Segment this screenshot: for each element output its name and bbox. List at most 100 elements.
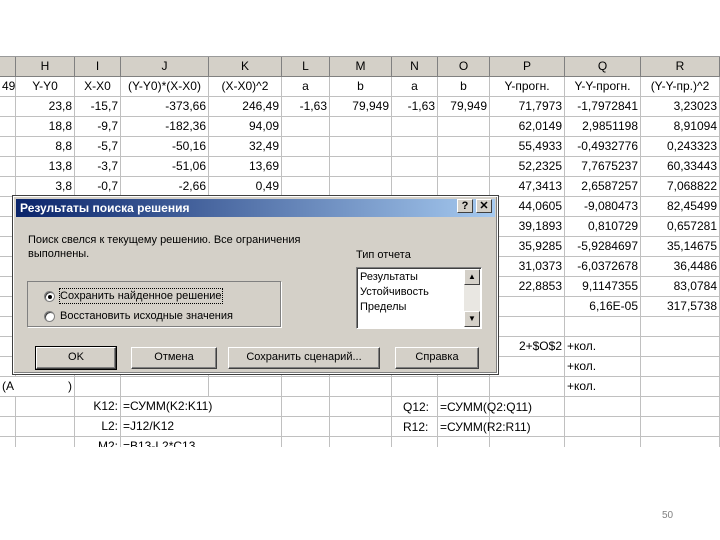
table-cell[interactable] [641,357,720,377]
table-cell[interactable]: 317,5738 [641,297,720,317]
table-cell[interactable]: -1,7972841 [565,97,641,117]
table-cell[interactable]: =J12/K12 [121,417,209,437]
table-cell[interactable]: 2+$O$2 [490,337,565,357]
restore-values-label[interactable]: Восстановить исходные значения [60,309,233,323]
table-cell[interactable]: -3,7 [75,157,121,177]
table-cell[interactable] [16,417,75,437]
table-cell[interactable]: 6,16E-05 [565,297,641,317]
table-cell[interactable] [330,437,392,447]
header-cell-h[interactable]: Y-Y0 [16,77,75,97]
table-cell[interactable]: 79,949 [330,97,392,117]
table-cell[interactable] [438,137,490,157]
table-cell[interactable] [490,317,565,337]
cancel-button[interactable]: Отмена [131,347,217,369]
table-cell[interactable] [438,177,490,197]
table-cell[interactable]: 39,1893 [490,217,565,237]
header-cell-l[interactable]: a [282,77,330,97]
table-cell[interactable]: 2,9851198 [565,117,641,137]
table-cell[interactable]: 0,49 [209,177,282,197]
table-cell[interactable] [392,157,438,177]
table-cell[interactable] [490,297,565,317]
report-type-sensitivity[interactable]: Устойчивость [360,285,429,299]
table-cell[interactable]: 9,1147355 [565,277,641,297]
header-cell-g[interactable]: 49 [0,77,16,97]
header-cell-p[interactable]: Y-прогн. [490,77,565,97]
table-cell[interactable]: =СУММ(K2:K11) [121,397,212,417]
table-cell[interactable]: 3,23023 [641,97,720,117]
table-cell[interactable]: -5,7 [75,137,121,157]
table-cell[interactable] [490,437,565,447]
table-cell[interactable] [209,377,282,397]
table-cell[interactable]: 8,91094 [641,117,720,137]
table-cell[interactable] [0,417,16,437]
keep-solution-label[interactable]: Сохранить найденное решение [59,288,223,304]
table-cell[interactable] [438,117,490,137]
table-cell[interactable] [392,117,438,137]
ok-button[interactable]: OK [35,346,117,370]
table-cell[interactable] [16,437,75,447]
table-cell[interactable] [641,397,720,417]
table-cell[interactable]: 47,3413 [490,177,565,197]
table-cell[interactable] [0,157,16,177]
table-cell[interactable]: 44,0605 [490,197,565,217]
header-cell-i[interactable]: X-X0 [75,77,121,97]
table-cell[interactable]: 3,8 [16,177,75,197]
table-cell[interactable]: 82,45499 [641,197,720,217]
column-header-l[interactable]: L [282,57,330,77]
table-cell[interactable]: -9,080473 [565,197,641,217]
table-cell[interactable] [282,397,330,417]
header-cell-n[interactable]: a [392,77,438,97]
table-cell[interactable]: -0,7 [75,177,121,197]
column-header-p[interactable]: P [490,57,565,77]
table-cell[interactable] [565,437,641,447]
save-scenario-button[interactable]: Сохранить сценарий... [228,347,380,369]
table-cell[interactable]: 55,4933 [490,137,565,157]
table-cell[interactable]: 94,09 [209,117,282,137]
listbox-scrollbar[interactable]: ▲ ▼ [464,269,480,327]
table-cell[interactable]: M2: [75,437,121,447]
table-cell[interactable] [330,117,392,137]
table-cell[interactable]: 32,49 [209,137,282,157]
table-cell[interactable]: 7,068822 [641,177,720,197]
table-cell[interactable] [490,357,565,377]
table-cell[interactable] [438,437,490,447]
table-cell[interactable]: -51,06 [121,157,209,177]
table-cell[interactable]: 35,14675 [641,237,720,257]
column-header-j[interactable]: J [121,57,209,77]
table-cell[interactable] [0,177,16,197]
table-cell[interactable] [282,437,330,447]
table-cell[interactable]: 31,0373 [490,257,565,277]
report-type-listbox[interactable]: Результаты Устойчивость Пределы ▲ ▼ [356,267,482,329]
header-cell-q[interactable]: Y-Y-прогн. [565,77,641,97]
restore-values-radio[interactable] [44,311,55,322]
header-cell-j[interactable]: (Y-Y0)*(X-X0) [121,77,209,97]
table-cell[interactable]: 62,0149 [490,117,565,137]
table-cell[interactable] [16,397,75,417]
table-cell[interactable]: 8,8 [16,137,75,157]
scroll-down-icon[interactable]: ▼ [464,311,480,327]
table-cell[interactable]: 0,657281 [641,217,720,237]
table-cell[interactable] [121,377,209,397]
scroll-up-icon[interactable]: ▲ [464,269,480,285]
table-cell[interactable]: -373,66 [121,97,209,117]
table-cell[interactable]: 0,243323 [641,137,720,157]
table-cell[interactable]: 0,810729 [565,217,641,237]
header-cell-m[interactable]: b [330,77,392,97]
table-cell[interactable]: 71,7973 [490,97,565,117]
table-cell[interactable] [490,377,565,397]
close-icon[interactable]: ✕ [476,199,492,213]
table-cell[interactable] [209,437,282,447]
table-cell[interactable] [438,157,490,177]
table-cell[interactable] [330,177,392,197]
column-header-r[interactable]: R [641,57,720,77]
header-cell-r[interactable]: (Y-Y-пр.)^2 [641,77,720,97]
table-cell[interactable] [0,397,16,417]
table-cell[interactable]: 35,9285 [490,237,565,257]
table-cell[interactable]: -6,0372678 [565,257,641,277]
table-cell[interactable]: 13,69 [209,157,282,177]
table-cell[interactable] [0,117,16,137]
table-cell[interactable] [641,377,720,397]
table-cell[interactable] [641,337,720,357]
table-cell[interactable] [282,137,330,157]
table-cell[interactable]: 23,8 [16,97,75,117]
